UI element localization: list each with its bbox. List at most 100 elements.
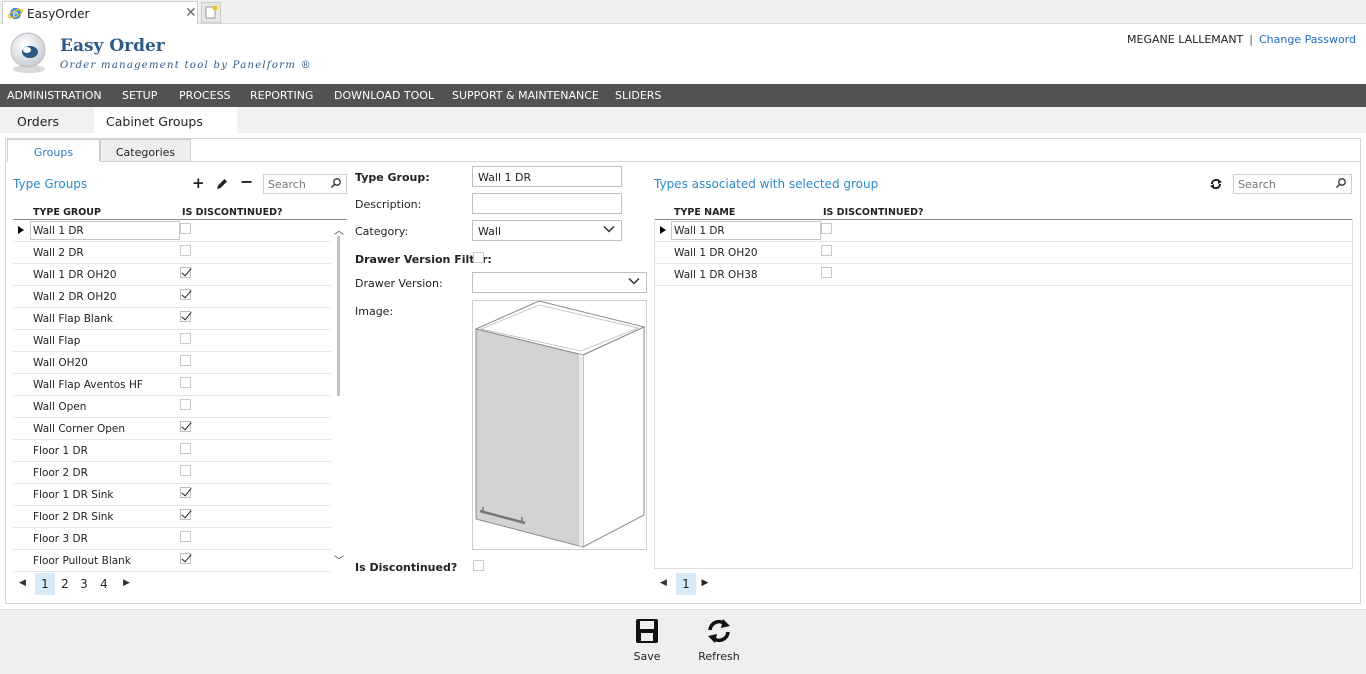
tab-categories[interactable]: Categories [100,139,191,162]
tab-orders[interactable]: Orders [0,107,94,133]
discontinued-checkbox[interactable] [180,553,191,564]
save-button[interactable]: Save [628,618,666,663]
category-select[interactable]: Wall [472,220,622,241]
refresh-button[interactable]: Refresh [697,618,741,663]
category-label: Category: [355,225,409,238]
table-row[interactable]: Wall Open [13,396,331,418]
type-groups-search[interactable] [263,174,347,194]
table-row[interactable]: Wall 1 DR [13,220,331,242]
discontinued-checkbox[interactable] [180,531,191,542]
tab-cabinet-groups[interactable]: Cabinet Groups [94,107,237,133]
discontinued-checkbox[interactable] [180,399,191,410]
table-row[interactable]: Floor 1 DR [13,440,331,462]
drawer-version-select[interactable] [472,272,647,293]
discontinued-checkbox[interactable] [180,223,191,234]
scroll-thumb[interactable] [337,236,340,396]
table-row[interactable]: Wall Flap Aventos HF [13,374,331,396]
is-discontinued-checkbox[interactable] [473,560,484,571]
user-separator: | [1249,33,1253,46]
type-groups-search-input[interactable] [264,175,340,193]
associated-types-search-input[interactable] [1234,175,1334,193]
menu-process[interactable]: PROCESS [179,89,231,102]
close-tab-icon[interactable]: ✕ [185,5,197,21]
page-2[interactable]: 2 [55,573,75,595]
new-tab-icon [205,5,218,19]
drawer-version-filter-checkbox[interactable] [473,252,484,263]
table-row[interactable]: Wall 2 DR OH20 [13,286,331,308]
row-name: Floor 2 DR Sink [33,511,114,523]
associated-types-search[interactable] [1233,174,1352,194]
discontinued-checkbox[interactable] [180,509,191,520]
image-label: Image: [355,305,394,318]
table-row[interactable]: Wall Flap [13,330,331,352]
page-3[interactable]: 3 [74,573,94,595]
sync-icon[interactable] [1209,177,1223,191]
row-name: Wall Flap Blank [33,313,114,325]
menu-sliders[interactable]: SLIDERS [615,89,661,102]
discontinued-checkbox[interactable] [180,377,191,388]
discontinued-checkbox[interactable] [180,311,191,322]
browser-tab[interactable]: e EasyOrder ✕ [2,1,198,24]
scroll-up-icon[interactable]: ︿ [333,222,345,237]
add-icon[interactable]: + [192,174,205,192]
search-icon[interactable] [1335,177,1347,189]
col-type-group[interactable]: TYPE GROUP [33,207,101,218]
discontinued-checkbox[interactable] [821,267,832,278]
type-group-label: Type Group: [355,171,430,184]
discontinued-checkbox[interactable] [180,443,191,454]
table-row[interactable]: Wall 2 DR [13,242,331,264]
menu-reporting[interactable]: REPORTING [250,89,313,102]
edit-icon[interactable] [215,177,229,191]
col-type-name[interactable]: TYPE NAME [674,207,735,218]
row-name: Wall Open [33,401,87,413]
tab-groups[interactable]: Groups [7,139,100,162]
discontinued-checkbox[interactable] [180,245,191,256]
discontinued-checkbox[interactable] [821,223,832,234]
menu-setup[interactable]: SETUP [122,89,157,102]
table-row[interactable]: Floor 3 DR [13,528,331,550]
discontinued-checkbox[interactable] [180,465,191,476]
discontinued-checkbox[interactable] [180,421,191,432]
type-groups-scrollbar[interactable]: ︿ ﹀ [333,222,345,568]
discontinued-checkbox[interactable] [821,245,832,256]
pager-prev-icon[interactable]: ◀ [660,578,667,588]
menu-download-tool[interactable]: DOWNLOAD TOOL [334,89,434,102]
remove-icon[interactable]: − [240,172,253,191]
table-row[interactable]: Floor 1 DR Sink [13,484,331,506]
chevron-down-icon [628,277,640,285]
page-1[interactable]: 1 [676,573,696,595]
table-row[interactable]: Floor 2 DR [13,462,331,484]
discontinued-checkbox[interactable] [180,333,191,344]
pager-next-icon[interactable]: ▶ [698,573,712,595]
table-row[interactable]: Wall 1 DR OH20 [13,264,331,286]
table-row[interactable]: Wall 1 DR [655,220,1352,242]
discontinued-checkbox[interactable] [180,289,191,300]
table-row[interactable]: Floor Pullout Blank [13,550,331,572]
menu-support-maintenance[interactable]: SUPPORT & MAINTENANCE [452,89,599,102]
menu-administration[interactable]: ADMINISTRATION [7,89,102,102]
discontinued-checkbox[interactable] [180,355,191,366]
description-field[interactable] [472,193,622,214]
search-icon[interactable] [330,177,342,189]
browser-tab-bar: e EasyOrder ✕ [0,0,1366,24]
new-tab-button[interactable] [201,2,221,23]
change-password-link[interactable]: Change Password [1259,33,1356,46]
col-is-discontinued[interactable]: IS DISCONTINUED? [182,207,283,218]
discontinued-checkbox[interactable] [180,267,191,278]
row-name: Wall 2 DR OH20 [33,291,117,303]
page-tabs: Orders Cabinet Groups [0,107,1366,133]
table-row[interactable]: Floor 2 DR Sink [13,506,331,528]
table-row[interactable]: Wall 1 DR OH20 [655,242,1352,264]
pager-prev-icon[interactable]: ◀ [19,578,26,588]
table-row[interactable]: Wall Corner Open [13,418,331,440]
table-row[interactable]: Wall 1 DR OH38 [655,264,1352,286]
pager-next-icon[interactable]: ▶ [123,578,130,588]
col-is-discontinued-right[interactable]: IS DISCONTINUED? [823,207,924,218]
table-row[interactable]: Wall OH20 [13,352,331,374]
scroll-down-icon[interactable]: ﹀ [333,552,345,567]
type-group-field[interactable]: Wall 1 DR [472,166,622,187]
table-row[interactable]: Wall Flap Blank [13,308,331,330]
page-4[interactable]: 4 [94,573,114,595]
discontinued-checkbox[interactable] [180,487,191,498]
page-1[interactable]: 1 [35,573,55,595]
